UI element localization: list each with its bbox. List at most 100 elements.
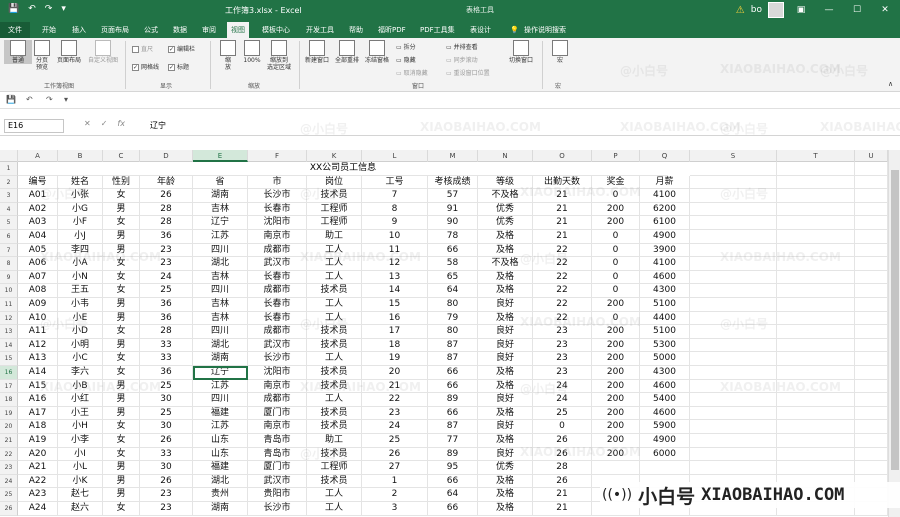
table-cell[interactable]: 33 — [140, 338, 193, 353]
table-cell[interactable]: 26 — [533, 447, 592, 462]
table-cell[interactable]: 4600 — [640, 379, 690, 394]
table-cell[interactable]: 吉林 — [193, 270, 248, 285]
table-cell[interactable] — [690, 352, 777, 366]
table-cell[interactable]: 武汉市 — [248, 338, 307, 353]
table-cell[interactable]: 吉林 — [193, 311, 248, 326]
table-cell[interactable]: 23 — [533, 338, 592, 353]
table-cell[interactable]: 1 — [362, 474, 428, 489]
table-cell[interactable] — [690, 162, 777, 176]
table-header-cell[interactable]: 出勤天数 — [533, 175, 592, 190]
table-header-cell[interactable]: 月薪 — [640, 175, 690, 190]
table-cell[interactable]: 沈阳市 — [248, 366, 307, 380]
table-cell[interactable]: 2 — [362, 488, 428, 502]
table-header-cell[interactable]: 性别 — [103, 175, 140, 190]
table-cell[interactable]: 24 — [140, 270, 193, 285]
table-cell[interactable]: 36 — [140, 298, 193, 312]
table-cell[interactable]: 女 — [103, 325, 140, 339]
row-header[interactable]: 11 — [0, 298, 18, 312]
row-header[interactable]: 6 — [0, 230, 18, 244]
table-cell[interactable]: 湖北 — [193, 338, 248, 353]
collapse-ribbon-icon[interactable]: ∧ — [888, 80, 893, 88]
table-cell[interactable]: 66 — [428, 379, 478, 394]
row-header[interactable]: 5 — [0, 216, 18, 230]
table-cell[interactable]: 30 — [140, 393, 193, 407]
table-cell[interactable]: 26 — [533, 474, 592, 489]
table-cell[interactable]: 9 — [362, 216, 428, 230]
table-cell[interactable]: 贵州 — [193, 488, 248, 502]
table-cell[interactable] — [855, 284, 888, 298]
tab-insert[interactable]: 插入 — [68, 22, 90, 38]
table-cell[interactable]: 5000 — [640, 352, 690, 366]
table-cell[interactable]: 成都市 — [248, 393, 307, 407]
table-cell[interactable]: 工人 — [307, 311, 362, 326]
row-header[interactable]: 15 — [0, 352, 18, 366]
table-cell[interactable]: 89 — [428, 393, 478, 407]
table-cell[interactable] — [690, 311, 777, 326]
table-cell[interactable] — [690, 243, 777, 258]
table-cell[interactable]: 66 — [428, 366, 478, 380]
table-cell[interactable]: 19 — [362, 352, 428, 366]
table-cell[interactable]: 长沙市 — [248, 352, 307, 366]
table-cell[interactable]: A12 — [18, 338, 58, 353]
page-layout-view-button[interactable]: 页面布局 — [54, 40, 84, 64]
table-cell[interactable]: 18 — [362, 338, 428, 353]
table-cell[interactable]: 28 — [533, 461, 592, 475]
table-cell[interactable]: 25 — [140, 284, 193, 298]
table-cell[interactable]: 及格 — [478, 284, 533, 298]
table-cell[interactable]: 技术员 — [307, 325, 362, 339]
table-cell[interactable]: 优秀 — [478, 202, 533, 217]
table-cell[interactable]: 87 — [428, 338, 478, 353]
table-cell[interactable]: A15 — [18, 379, 58, 394]
table-cell[interactable]: 长春市 — [248, 270, 307, 285]
table-cell[interactable]: 工人 — [307, 298, 362, 312]
table-cell[interactable]: 21 — [533, 230, 592, 244]
table-cell[interactable] — [777, 461, 855, 475]
table-cell[interactable]: A08 — [18, 284, 58, 298]
table-cell[interactable]: 4900 — [640, 230, 690, 244]
table-cell[interactable] — [690, 325, 777, 339]
row-header[interactable]: 23 — [0, 461, 18, 475]
table-cell[interactable]: 四川 — [193, 325, 248, 339]
table-cell[interactable]: 工人 — [307, 243, 362, 258]
table-cell[interactable] — [690, 379, 777, 394]
table-cell[interactable] — [777, 230, 855, 244]
table-cell[interactable]: 优秀 — [478, 216, 533, 230]
table-cell[interactable]: 赵六 — [58, 502, 103, 516]
table-cell[interactable]: 助工 — [307, 434, 362, 448]
column-header[interactable]: M — [428, 150, 478, 162]
table-cell[interactable]: 25 — [140, 406, 193, 421]
table-header-cell[interactable]: 省 — [193, 175, 248, 190]
table-cell[interactable]: 0 — [533, 420, 592, 434]
table-cell[interactable]: 女 — [103, 216, 140, 230]
table-cell[interactable]: 男 — [103, 311, 140, 326]
table-header-cell[interactable]: 市 — [248, 175, 307, 190]
table-cell[interactable]: 80 — [428, 298, 478, 312]
table-cell[interactable]: 男 — [103, 202, 140, 217]
table-cell[interactable]: A05 — [18, 243, 58, 258]
table-cell[interactable]: 吉林 — [193, 202, 248, 217]
table-cell[interactable]: 赵七 — [58, 488, 103, 502]
table-cell[interactable]: 0 — [592, 243, 640, 258]
table-cell[interactable]: A07 — [18, 270, 58, 285]
table-cell[interactable]: 小王 — [58, 406, 103, 421]
column-header[interactable]: A — [18, 150, 58, 162]
table-cell[interactable]: 南京市 — [248, 230, 307, 244]
table-cell[interactable] — [690, 257, 777, 271]
row-header[interactable]: 26 — [0, 502, 18, 516]
table-cell[interactable]: 沈阳市 — [248, 216, 307, 230]
table-cell[interactable] — [777, 311, 855, 326]
table-cell[interactable] — [690, 420, 777, 434]
table-cell[interactable]: A21 — [18, 461, 58, 475]
new-window-button[interactable]: 新建窗口 — [302, 40, 332, 64]
table-cell[interactable] — [690, 270, 777, 285]
table-cell[interactable]: 良好 — [478, 338, 533, 353]
table-cell[interactable]: 南京市 — [248, 420, 307, 434]
table-cell[interactable] — [777, 366, 855, 380]
row-header[interactable]: 12 — [0, 311, 18, 326]
table-cell[interactable]: A19 — [18, 434, 58, 448]
table-cell[interactable] — [777, 338, 855, 353]
column-header[interactable]: T — [777, 150, 855, 162]
column-header[interactable]: S — [690, 150, 777, 162]
tab-view[interactable]: 视图 — [227, 22, 249, 38]
table-cell[interactable]: 小J — [58, 230, 103, 244]
